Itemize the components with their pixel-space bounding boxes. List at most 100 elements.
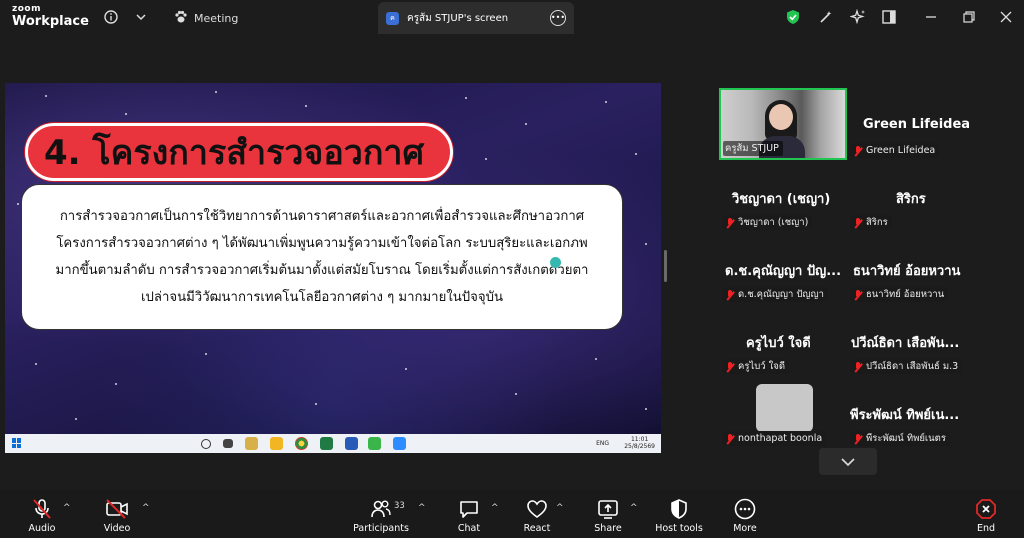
mic-muted-icon [853,433,863,444]
ai-sparkle-icon[interactable] [849,8,867,26]
brand-line1: zoom [12,4,41,14]
participant-label-text: ธนาวิทย์ อ้อยหวาน [866,289,945,300]
participant-label[interactable]: ครูไบว์ ใจดี [723,359,789,374]
windows-logo-icon [12,438,22,448]
participant-video-placeholder[interactable] [756,384,813,432]
chevron-down-icon[interactable] [132,8,150,26]
sharer-avatar: ค [386,11,399,25]
tray-time: 11:01 [630,436,649,443]
layout-icon[interactable] [880,8,898,26]
react-label: React [523,523,551,534]
share-screen-tab[interactable]: ค ครูส้ม STJUP's screen ••• [378,2,574,34]
restore-icon[interactable] [960,8,978,26]
info-icon[interactable] [102,8,120,26]
close-icon[interactable] [997,8,1015,26]
shield-icon [667,498,691,520]
magic-pen-icon[interactable] [817,8,835,26]
participants-label: Participants [353,523,409,534]
participant-label-text: ครูไบว์ ใจดี [738,361,785,372]
chat-icon [457,498,481,520]
host-tools-button[interactable]: Host tools [654,489,704,538]
participant-label[interactable]: nonthapat boonla [723,431,827,446]
tray-date: 25/8/2569 [624,443,655,450]
audio-options-caret[interactable]: ^ [63,503,71,513]
more-options-icon[interactable]: ••• [550,10,566,26]
participant-name: Green Lifeidea [863,117,971,132]
slide-title-text: 4. โครงการสำรวจอวกาศ [44,133,425,173]
audio-button[interactable]: Audio [25,489,59,538]
slide-line: การสำรวจอวกาศเป็นการใช้วิทยาการด้านดาราศ… [59,209,585,224]
slide-title: 4. โครงการสำรวจอวกาศ [25,123,453,181]
slide-body: การสำรวจอวกาศเป็นการใช้วิทยาการด้านดาราศ… [56,203,589,311]
minimize-icon[interactable] [922,8,940,26]
video-button[interactable]: Video [100,489,134,538]
more-icon [733,498,757,520]
react-button[interactable]: React [522,489,552,538]
slide-text-box: การสำรวจอวกาศเป็นการใช้วิทยาการด้านดาราศ… [21,184,623,330]
paw-icon [174,10,188,27]
host-tools-label: Host tools [655,523,703,534]
end-button[interactable]: End [973,489,999,538]
participants-icon [369,498,393,520]
mic-muted-icon [853,145,863,156]
end-label: End [976,523,996,534]
participant-name: วิชญาดา (เชญา) [732,192,831,207]
participants-options-caret[interactable]: ^ [418,503,426,513]
video-off-icon [105,498,129,520]
split-resize-handle[interactable] [664,250,667,282]
shield-check-icon[interactable] [784,8,802,26]
participants-count: 33 [394,501,405,511]
search-circle-icon [201,439,211,449]
participants-button[interactable]: Participants [353,489,409,538]
meeting-button[interactable]: Meeting [174,8,238,28]
participant-name: ครูไบว์ ใจดี [746,336,811,351]
participant-name: ธนาวิทย์ อ้อยหวาน [853,264,961,279]
scroll-down-button[interactable] [819,448,877,475]
participant-label-text: Green Lifeidea [866,145,936,156]
line-icon [368,437,381,450]
chat-button[interactable]: Chat [456,489,482,538]
zoom-logo: zoom Workplace [12,4,89,29]
share-screen-icon [596,498,620,520]
task-view-icon [223,439,233,448]
participant-label[interactable]: Green Lifeidea [851,143,940,158]
tray-clock: 11:01 25/8/2569 [624,436,655,450]
share-options-caret[interactable]: ^ [630,503,638,513]
file-explorer-icon [270,437,283,450]
zoom-app-icon [393,437,406,450]
react-options-caret[interactable]: ^ [556,503,564,513]
participant-label-text: ปวีณ์ธิดา เสือพันธ์ ม.3 [866,361,959,372]
participant-label-text: ด.ช.คุณัญญา ปัญญา [738,289,824,300]
chat-options-caret[interactable]: ^ [491,503,499,513]
meeting-toolbar: Audio ^ Video ^ Participants 33 ^ Chat ^… [0,489,1024,538]
participant-label-text: พีระพัฒน์ ทิพย์เนตร [866,433,946,444]
mic-muted-icon [725,289,735,300]
slide-line: เปล่าจนมีวิวัฒนาการเทคโนโลยีอวกาศต่าง ๆ … [141,290,503,305]
widgets-icon [245,437,258,450]
video-name-label: ครูส้ม STJUP [723,141,783,156]
participant-name: ด.ช.คุณัญญา ปัญ... [725,264,842,279]
share-tab-label: ครูส้ม STJUP's screen [407,12,509,24]
participant-name: พีระพัฒน์ ทิพย์เน... [850,408,960,423]
participant-label[interactable]: พีระพัฒน์ ทิพย์เนตร [851,431,950,446]
more-button[interactable]: More [732,489,758,538]
share-button[interactable]: Share [594,489,622,538]
heart-icon [525,498,549,520]
participant-label[interactable]: วิชญาดา (เชญา) [723,215,813,230]
slide-line: โครงการสำรวจอวกาศต่าง ๆ ได้พัฒนาเพิ่มพูน… [56,236,588,251]
mic-off-icon [30,498,54,520]
mic-muted-icon [725,217,735,228]
active-video-tile[interactable]: ครูส้ม STJUP [719,88,847,160]
chat-label: Chat [457,523,481,534]
participant-label[interactable]: ด.ช.คุณัญญา ปัญญา [723,287,828,302]
pointer-dot [550,257,561,268]
participant-label[interactable]: ปวีณ์ธิดา เสือพันธ์ ม.3 [851,359,963,374]
word-icon [345,437,358,450]
participant-label[interactable]: ธนาวิทย์ อ้อยหวาน [851,287,949,302]
participant-label[interactable]: สิริกร [851,215,892,230]
participant-label-text: วิชญาดา (เชญา) [738,217,809,228]
more-label: More [733,523,757,534]
video-options-caret[interactable]: ^ [142,503,150,513]
chrome-icon [295,437,308,450]
mic-muted-icon [853,217,863,228]
